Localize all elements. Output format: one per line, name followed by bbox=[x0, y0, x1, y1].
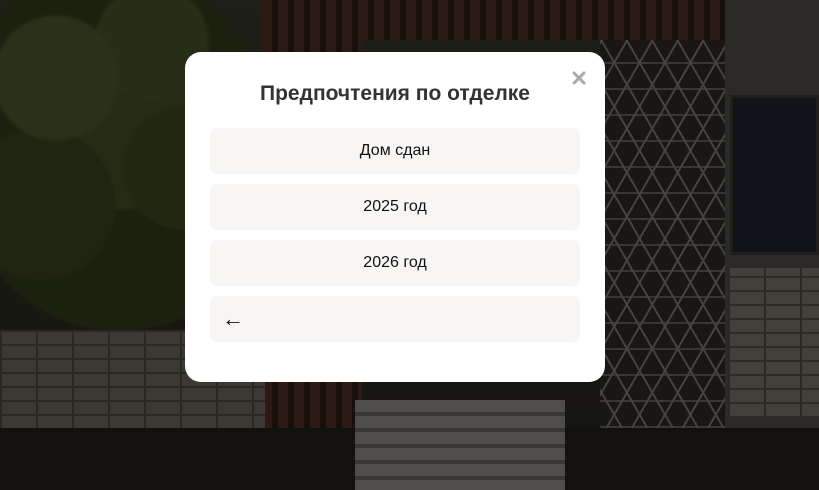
option-house-completed[interactable]: Дом сдан bbox=[210, 128, 580, 174]
finish-preferences-modal: Предпочтения по отделке Дом сдан 2025 го… bbox=[185, 52, 605, 382]
option-year-2026[interactable]: 2026 год bbox=[210, 240, 580, 286]
option-year-2025[interactable]: 2025 год bbox=[210, 184, 580, 230]
back-button[interactable]: ← bbox=[210, 296, 580, 342]
modal-title: Предпочтения по отделке bbox=[260, 82, 530, 105]
options-list: Дом сдан 2025 год 2026 год ← bbox=[210, 128, 580, 352]
arrow-left-icon: ← bbox=[222, 306, 244, 331]
option-label: Дом сдан bbox=[359, 142, 431, 159]
option-label: 2025 год bbox=[363, 198, 427, 215]
option-label: 2026 год bbox=[363, 254, 427, 271]
